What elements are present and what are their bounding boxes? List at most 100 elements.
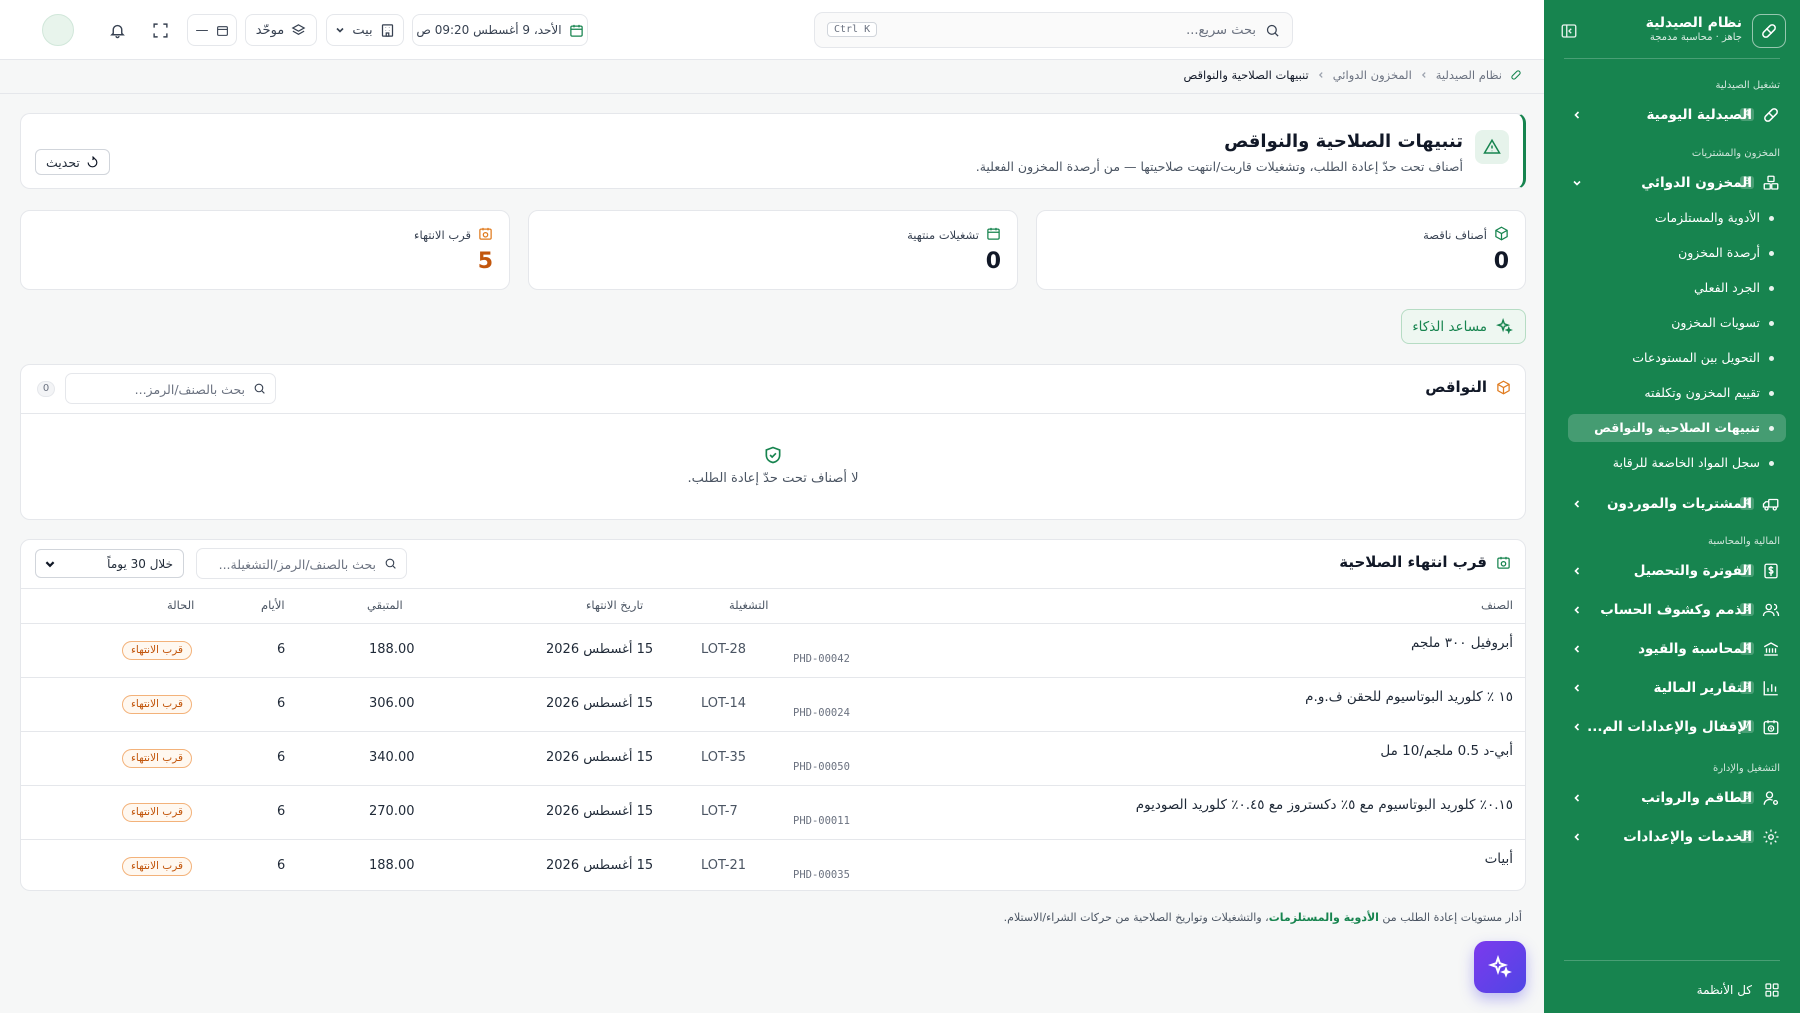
ai-fab-button[interactable] — [1474, 941, 1526, 993]
sidebar-item-financial-reports[interactable]: التقارير المالية 9 — [1558, 673, 1786, 703]
medicines-link[interactable]: الأدوية والمستلزمات — [1269, 911, 1379, 924]
days-left: 6 — [277, 642, 286, 657]
sparkles-icon — [1488, 955, 1512, 979]
bell-icon[interactable] — [103, 16, 131, 44]
brand[interactable]: نظام الصيدلية جاهز · محاسبة مدمجة — [1558, 14, 1786, 48]
expiry-date: 15 أغسطس 2026 — [546, 696, 654, 711]
gear-icon — [1761, 827, 1781, 847]
table-row[interactable]: ١٥ ٪ كلوريد البوتاسيوم للحقن ف.و.م PHD-0… — [21, 677, 1525, 731]
bullet-dot — [1769, 426, 1774, 431]
stat-value: 0 — [985, 249, 1001, 274]
sidebar-subitem-controlled-log[interactable]: سجل المواد الخاضعة للرقابة — [1568, 449, 1786, 477]
sidebar-item-staff[interactable]: الطاقم والرواتب 9 — [1558, 783, 1786, 813]
table-row[interactable]: أبروفيل ٣٠٠ ملجم PHD-00042 LOT-28 15 أغس… — [21, 623, 1525, 677]
sidebar-subitem-physical-count[interactable]: الجرد الفعلي — [1568, 274, 1786, 302]
column-header-days: الأيام — [261, 598, 285, 612]
search-icon — [1265, 23, 1280, 38]
remaining-qty: 188.00 — [369, 858, 415, 873]
ai-assistant-label: مساعد الذكاء — [1412, 319, 1487, 335]
mode-select[interactable]: موحّد — [245, 14, 317, 46]
remaining-qty: 270.00 — [369, 804, 415, 819]
table-row[interactable]: أبيات PHD-00035 LOT-21 15 أغسطس 2026 188… — [21, 839, 1525, 893]
sidebar-item-label: التقارير المالية — [1653, 680, 1752, 696]
user-gear-icon — [1761, 788, 1781, 808]
count-badge: 7 — [1740, 720, 1754, 733]
ai-assistant-button[interactable]: مساعد الذكاء — [1401, 309, 1526, 344]
collapse-sidebar-icon[interactable] — [1558, 20, 1580, 42]
breadcrumb-root[interactable]: نظام الصيدلية — [1436, 68, 1502, 82]
count-badge: 4 — [1740, 108, 1754, 121]
search-placeholder: بحث بالصنف/الرمز/التشغيلة... — [218, 557, 376, 572]
batch-number: LOT-14 — [701, 696, 746, 711]
sidebar: نظام الصيدلية جاهز · محاسبة مدمجة تشغيل … — [1544, 0, 1800, 1013]
sidebar-item-label: الصيدلية اليومية — [1646, 107, 1752, 123]
truck-icon — [1761, 494, 1781, 514]
range-value: — — [195, 22, 209, 38]
fullscreen-icon[interactable] — [146, 16, 174, 44]
sidebar-item-label: المشتريات والموردون — [1606, 496, 1752, 512]
sidebar-item-label: الفوترة والتحصيل — [1633, 563, 1752, 579]
bullet-dot — [1769, 321, 1774, 326]
range-select[interactable]: خلال 30 يوماً — [35, 549, 184, 578]
expiry-date: 15 أغسطس 2026 — [546, 642, 654, 657]
shield-check-icon — [763, 445, 783, 465]
sidebar-subitem-stock-balances[interactable]: أرصدة المخزون — [1568, 239, 1786, 267]
sidebar-item-daily-pharmacy[interactable]: الصيدلية اليومية 4 — [1558, 100, 1786, 130]
remaining-qty: 188.00 — [369, 642, 415, 657]
refresh-icon — [86, 155, 99, 169]
bullet-dot — [1769, 356, 1774, 361]
page-title: تنبيهات الصلاحية والنواقص — [1224, 131, 1463, 152]
count-badge: 4 — [1740, 497, 1754, 510]
bullet-dot — [1769, 216, 1774, 221]
sidebar-item-label: المحاسبة والقيود — [1638, 641, 1752, 657]
avatar[interactable] — [42, 14, 74, 46]
sidebar-item-accounting[interactable]: المحاسبة والقيود 4 — [1558, 634, 1786, 664]
sidebar-item-services-settings[interactable]: الخدمات والإعدادات 3 — [1558, 822, 1786, 852]
sidebar-subitem-medicines[interactable]: الأدوية والمستلزمات — [1568, 204, 1786, 232]
expiry-date: 15 أغسطس 2026 — [546, 804, 654, 819]
date-button[interactable]: الأحد، 9 أغسطس 09:20 ص — [412, 14, 588, 46]
brand-title: نظام الصيدلية — [1645, 15, 1742, 31]
sidebar-subitem-transfers[interactable]: التحويل بين المستودعات — [1568, 344, 1786, 372]
sidebar-item-billing[interactable]: الفوترة والتحصيل 7 — [1558, 556, 1786, 586]
stat-value: 5 — [477, 249, 493, 274]
quick-search-input[interactable]: بحث سريع... Ctrl K — [814, 12, 1293, 48]
batch-number: LOT-28 — [701, 642, 746, 657]
column-header-status: الحالة — [167, 598, 195, 612]
all-systems-link[interactable]: كل الأنظمة — [1558, 979, 1786, 1003]
sidebar-item-label: الذمم وكشوف الحساب — [1600, 602, 1752, 618]
breadcrumb-section[interactable]: المخزون الدوائي — [1333, 68, 1412, 82]
search-placeholder: بحث بالصنف/الرمز... — [134, 382, 245, 397]
item-code: PHD-00024 — [793, 707, 850, 719]
chevron-left-icon — [1570, 681, 1584, 695]
sidebar-item-inventory[interactable]: المخزون الدوائي 8 — [1558, 168, 1786, 198]
sidebar-item-closing[interactable]: الإقفال والإعدادات الم... 7 — [1558, 712, 1786, 742]
stat-label: تشغيلات منتهية — [907, 228, 979, 242]
stat-card-expired-batches: تشغيلات منتهية 0 — [528, 210, 1018, 290]
sidebar-subitem-valuation[interactable]: تقييم المخزون وتكلفته — [1568, 379, 1786, 407]
pill-logo-icon — [1752, 14, 1786, 48]
refresh-button[interactable]: تحديث — [35, 149, 110, 175]
brand-subtitle: جاهز · محاسبة مدمجة — [1649, 32, 1742, 43]
near-expiry-card: قرب انتهاء الصلاحية بحث بالصنف/الرمز/الت… — [20, 539, 1526, 891]
item-name: ١٥ ٪ كلوريد البوتاسيوم للحقن ف.و.م — [1305, 689, 1513, 705]
building-icon — [380, 23, 395, 38]
chevron-left-icon — [1570, 830, 1584, 844]
sidebar-item-receivables[interactable]: الذمم وكشوف الحساب 3 — [1558, 595, 1786, 625]
sidebar-subitem-label: تسويات المخزون — [1671, 315, 1760, 330]
sidebar-subitem-adjustments[interactable]: تسويات المخزون — [1568, 309, 1786, 337]
branch-select[interactable]: بيت — [326, 14, 404, 46]
calendar-clock-icon — [1761, 717, 1781, 737]
count-badge: 8 — [1740, 176, 1754, 189]
column-header-remaining: المتبقي — [367, 598, 403, 612]
sidebar-item-purchasing[interactable]: المشتريات والموردون 4 — [1558, 489, 1786, 519]
sidebar-subitem-label: سجل المواد الخاضعة للرقابة — [1612, 455, 1760, 470]
table-row[interactable]: أبي-د 0.5 ملجم/10 مل PHD-00050 LOT-35 15… — [21, 731, 1525, 785]
table-row[interactable]: ٠.١٥٪ كلوريد البوتاسيوم مع ٥٪ دكستروز مع… — [21, 785, 1525, 839]
near-expiry-search-input[interactable]: بحث بالصنف/الرمز/التشغيلة... — [196, 548, 407, 579]
search-icon — [253, 382, 266, 395]
shortages-search-input[interactable]: بحث بالصنف/الرمز... — [65, 373, 276, 404]
calendar-range-button[interactable]: — — [187, 14, 237, 46]
column-header-item: الصنف — [1480, 598, 1513, 612]
sidebar-subitem-expiry-alerts[interactable]: تنبيهات الصلاحية والنواقص — [1568, 414, 1786, 442]
